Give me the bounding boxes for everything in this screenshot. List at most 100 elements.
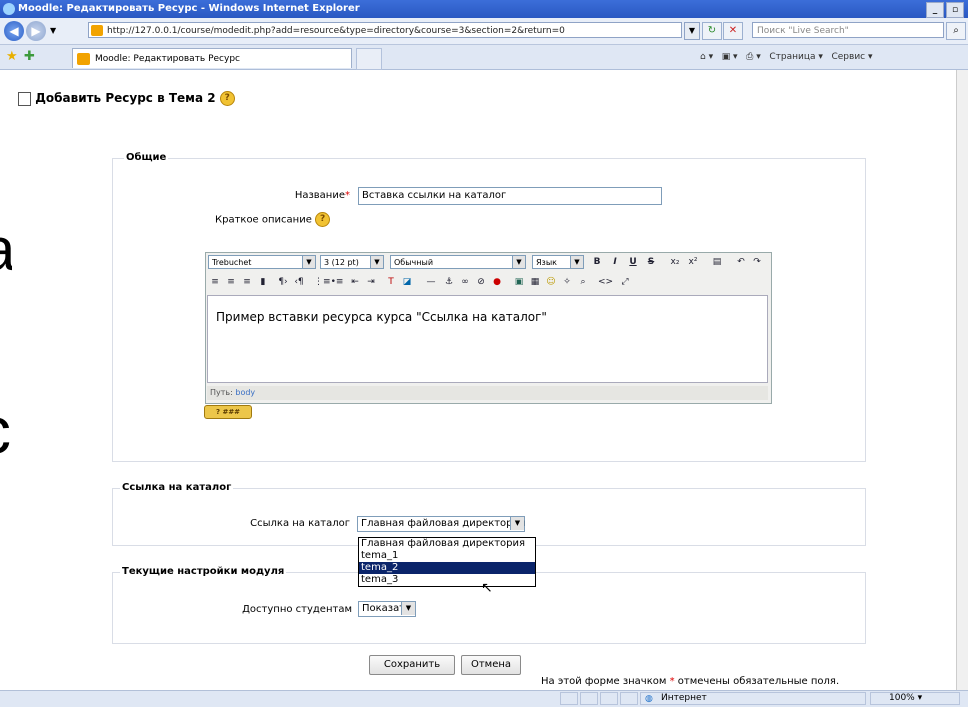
ltr-icon[interactable]: ¶› [276,275,290,289]
align-right-icon[interactable]: ≡ [240,275,254,289]
add-favorites-icon[interactable]: ✚ [24,49,35,64]
name-input[interactable]: Вставка ссылки на каталог [358,187,662,205]
bg-color-icon[interactable]: ◪ [400,275,414,289]
editor-content[interactable]: Пример вставки ресурса курса "Ссылка на … [207,295,768,383]
dropdown-option[interactable]: Главная файловая директория [359,538,535,550]
service-menu[interactable]: Сервис ▾ [831,52,872,62]
redo-icon[interactable]: ↷ [750,255,764,269]
name-label: Название* [294,190,350,201]
general-legend: Общие [124,152,169,163]
visible-select[interactable]: Показать ▼ [358,601,416,617]
underline-icon[interactable]: U [626,255,640,269]
refresh-icon[interactable]: ↻ [702,22,722,40]
hr-icon[interactable]: — [424,275,438,289]
search-icon[interactable]: ⌕ [946,22,966,40]
link-icon[interactable]: ∞ [458,275,472,289]
table-icon[interactable]: ▦ [528,275,542,289]
ordered-list-icon[interactable]: ⋮≡ [314,275,331,289]
special-char-icon[interactable]: ✧ [560,275,574,289]
bold-icon[interactable]: B [590,255,604,269]
url-dropdown-button[interactable]: ▼ [684,22,700,40]
status-cell [580,692,598,705]
forward-button[interactable]: ▶ [26,21,46,41]
text-color-icon[interactable]: T [384,275,398,289]
help-icon[interactable]: ? [315,212,331,227]
italic-icon[interactable]: I [608,255,622,269]
back-button[interactable]: ◀ [4,21,24,41]
undo-icon[interactable]: ↶ [734,255,748,269]
anchor-icon[interactable]: ⚓ [442,275,456,289]
editor-help-button[interactable]: ? ### [204,405,252,419]
search-replace-icon[interactable]: ⌕ [576,275,590,289]
help-icon[interactable]: ? [219,91,235,106]
fullscreen-icon[interactable]: ⤢ [618,275,632,289]
status-cell [620,692,638,705]
favorites-star-icon[interactable]: ★ [6,49,18,64]
zoom-control[interactable]: 100% ▾ [870,692,960,705]
html-editor: Trebuchet ▼ 3 (12 pt) ▼ Обычный ▼ Язык ▼ B I… [205,252,772,404]
history-dropdown-icon[interactable]: ▼ [50,26,56,35]
print-icon[interactable]: ⎙ ▾ [746,52,761,62]
format-select[interactable]: Обычный ▼ [390,255,526,269]
zone-cell: ◍ Интернет [640,692,866,705]
superscript-icon[interactable]: x² [686,255,700,269]
unlink-icon[interactable]: ⊘ [474,275,488,289]
nolink-icon[interactable]: ● [490,275,504,289]
link-label: Ссылка на каталог [250,518,350,529]
tab-title: Moodle: Редактировать Ресурс [95,54,240,64]
command-bar: ⌂ ▾ ▣ ▾ ⎙ ▾ Страница ▾ Сервис ▾ [700,49,873,65]
size-select[interactable]: 3 (12 pt) ▼ [320,255,384,269]
path-body-link[interactable]: body [235,388,255,397]
indent-icon[interactable]: ⇥ [364,275,378,289]
vertical-scrollbar[interactable] [956,70,968,690]
cancel-button[interactable]: Отмена [461,655,521,675]
background-letter: a [0,215,15,284]
smiley-icon[interactable]: ☺ [544,275,558,289]
dropdown-option[interactable]: tema_2 [359,562,535,574]
html-source-icon[interactable]: <> [598,275,613,289]
outdent-icon[interactable]: ⇤ [348,275,362,289]
editor-path: Путь: body [207,386,768,400]
minimize-button[interactable]: _ [926,2,944,18]
url-input[interactable]: http://127.0.0.1/course/modedit.php?add=… [88,22,682,38]
page-menu[interactable]: Страница ▾ [769,52,823,62]
feeds-icon[interactable]: ▣ ▾ [722,52,738,62]
globe-icon: ◍ [645,694,653,704]
home-icon[interactable]: ⌂ ▾ [700,52,713,62]
settings-legend: Текущие настройки модуля [120,566,287,577]
clean-icon[interactable]: ▤ [710,255,724,269]
dropdown-option[interactable]: tema_3 [359,574,535,586]
lang-select[interactable]: Язык ▼ [532,255,584,269]
save-button[interactable]: Сохранить [369,655,455,675]
rtl-icon[interactable]: ‹¶ [292,275,306,289]
align-left-icon[interactable]: ≡ [208,275,222,289]
justify-icon[interactable]: ▮ [256,275,270,289]
status-cell [600,692,618,705]
unordered-list-icon[interactable]: •≡ [330,275,344,289]
image-icon[interactable]: ▣ [512,275,526,289]
new-tab-button[interactable] [356,48,382,70]
dropdown-option[interactable]: tema_1 [359,550,535,562]
visible-label: Доступно студентам [242,604,352,615]
subscript-icon[interactable]: x₂ [668,255,682,269]
window-titlebar: Moodle: Редактировать Ресурс - Windows I… [0,0,968,18]
maximize-button[interactable]: ▫ [946,2,964,18]
link-legend: Ссылка на каталог [120,482,234,493]
stop-icon[interactable]: ✕ [723,22,743,40]
status-cell [560,692,578,705]
page-title: Добавить Ресурс в Тема 2 ? [18,91,235,106]
font-select[interactable]: Trebuchet ▼ [208,255,316,269]
required-note: На этой форме значком * отмечены обязате… [541,676,840,687]
search-input[interactable]: Поиск "Live Search" [752,22,944,38]
tab-moodle[interactable]: Moodle: Редактировать Ресурс [72,48,352,68]
strike-icon[interactable]: S [644,255,658,269]
tab-bar: ★ ✚ Moodle: Редактировать Ресурс ⌂ ▾ ▣ ▾… [0,45,968,70]
link-select[interactable]: Главная файловая директория ▼ [357,516,525,532]
resource-icon [18,91,31,106]
align-center-icon[interactable]: ≡ [224,275,238,289]
moodle-favicon-icon [91,25,103,36]
window-title: Moodle: Редактировать Ресурс - Windows I… [18,3,360,14]
status-bar: ◍ Интернет 100% ▾ [0,690,968,707]
address-toolbar: ◀ ▶ ▼ http://127.0.0.1/course/modedit.ph… [0,18,968,45]
link-dropdown-list: Главная файловая директория tema_1 tema_… [358,537,536,587]
